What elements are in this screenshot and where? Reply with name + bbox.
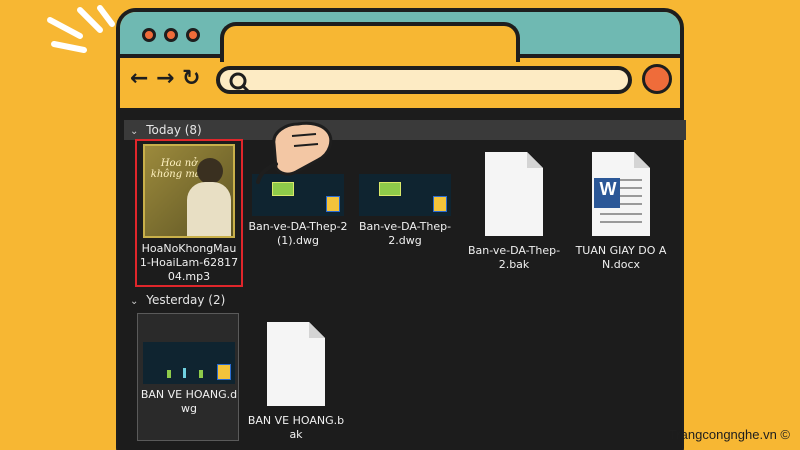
group-header-yesterday[interactable]: ⌄ Yesterday (2) [124, 290, 686, 310]
file-item[interactable]: BAN VE HOANG.bak [244, 320, 348, 442]
group-header-label: Today (8) [146, 123, 202, 137]
dwg-file-icon [143, 342, 235, 384]
file-name: TUAN GIAY DO AN.docx [575, 244, 667, 271]
album-art-icon: Hoa nở không màu [143, 144, 235, 238]
file-item[interactable]: Hoa nở không màu HoaNoKhongMau1-HoaiLam-… [137, 144, 241, 284]
watermark: Trangcongnghe.vn © [668, 427, 790, 442]
window-dot-icon [142, 28, 156, 42]
reload-icon[interactable]: ↻ [182, 66, 200, 92]
file-name: Ban-ve-DA-Thep-2.dwg [358, 220, 452, 247]
word-badge-letter: W [599, 179, 617, 199]
pointing-hand-icon [256, 121, 333, 184]
group-header-today[interactable]: ⌄ Today (8) [124, 120, 686, 140]
file-name: Ban-ve-DA-Thep-2.bak [467, 244, 561, 271]
chevron-down-icon: ⌄ [130, 296, 139, 307]
blank-file-icon [267, 322, 325, 406]
address-bar[interactable] [216, 66, 632, 94]
dwg-file-icon [359, 174, 451, 216]
browser-nav-row: ← → ↻ [120, 62, 680, 106]
arrow-left-icon[interactable]: ← [130, 66, 148, 92]
search-icon [229, 72, 250, 93]
file-item[interactable]: Ban-ve-DA-Thep-2.dwg [353, 144, 457, 248]
file-item[interactable]: Ban-ve-DA-Thep-2.bak [462, 150, 566, 272]
arrow-right-icon[interactable]: → [156, 66, 174, 92]
blank-file-icon [485, 152, 543, 236]
profile-circle-icon[interactable] [642, 64, 672, 94]
file-name: Ban-ve-DA-Thep-2 (1).dwg [248, 220, 348, 247]
file-item[interactable]: BAN VE HOANG.dwg [137, 342, 241, 416]
file-item[interactable]: W TUAN GIAY DO AN.docx [569, 150, 673, 272]
browser-title-bar [120, 12, 680, 62]
window-dot-icon [186, 28, 200, 42]
file-name: BAN VE HOANG.bak [247, 414, 345, 441]
file-name: BAN VE HOANG.dwg [140, 388, 238, 415]
browser-tab[interactable] [220, 22, 520, 62]
window-dot-icon [164, 28, 178, 42]
file-name: HoaNoKhongMau1-HoaiLam-6281704.mp3 [139, 242, 239, 283]
decorative-rays-icon [47, 5, 115, 53]
group-header-label: Yesterday (2) [146, 293, 226, 307]
